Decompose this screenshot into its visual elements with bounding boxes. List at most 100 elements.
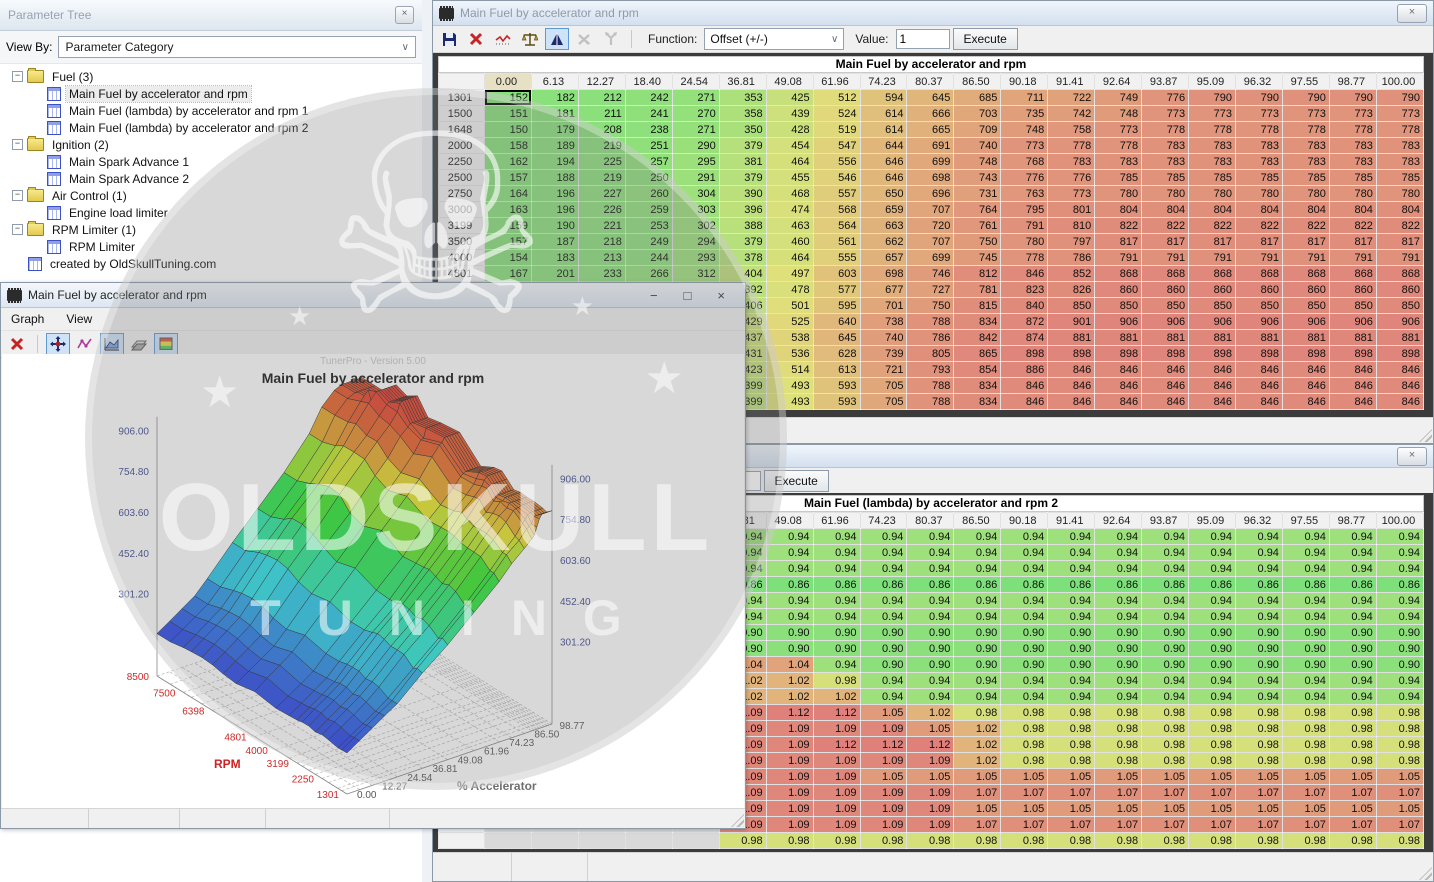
grid-cell[interactable]: 0.98: [1282, 753, 1329, 769]
grid-cell[interactable]: 0.94: [1189, 673, 1236, 689]
grid-cell[interactable]: 846: [1142, 362, 1189, 378]
grid-cell[interactable]: 0.94: [1282, 609, 1329, 625]
grid-row-header[interactable]: 2250: [439, 154, 485, 170]
grid-cell[interactable]: 720: [907, 218, 954, 234]
grid-cell[interactable]: 1.07: [1142, 817, 1189, 833]
close-graph-button[interactable]: [5, 333, 29, 355]
grid-cell[interactable]: 780: [1189, 186, 1236, 202]
grid-cell[interactable]: 0.94: [1095, 545, 1142, 561]
minimize-icon[interactable]: −: [650, 288, 658, 303]
grid-cell[interactable]: 865: [954, 346, 1001, 362]
grid-cell[interactable]: 546: [813, 170, 860, 186]
grid-cell[interactable]: 0.98: [1095, 833, 1142, 849]
grid-cell[interactable]: 221: [578, 218, 625, 234]
grid-cell[interactable]: 906: [1236, 314, 1283, 330]
grid-col-header[interactable]: 97.55: [1282, 513, 1329, 529]
grid-cell[interactable]: 906: [1142, 314, 1189, 330]
grid-cell[interactable]: 460: [766, 234, 813, 250]
grid-cell[interactable]: 743: [954, 170, 1001, 186]
grid-cell[interactable]: 1.07: [1376, 817, 1423, 833]
grid-cell[interactable]: 0.90: [766, 641, 813, 657]
grid-cell[interactable]: 793: [907, 362, 954, 378]
tree-folder-label[interactable]: RPM Limiter (1): [49, 222, 139, 238]
grid-cell[interactable]: 0.94: [907, 593, 954, 609]
grid-cell[interactable]: 0.98: [1189, 737, 1236, 753]
view-graph-button[interactable]: [491, 28, 515, 50]
grid-cell[interactable]: 302: [672, 218, 719, 234]
grid-col-header[interactable]: 97.55: [1282, 74, 1329, 90]
grid-cell[interactable]: 271: [672, 122, 719, 138]
grid-col-header[interactable]: 74.23: [860, 74, 907, 90]
grid-row-header[interactable]: 3500: [439, 234, 485, 250]
grid-cell[interactable]: 834: [954, 394, 1001, 410]
grid-cell[interactable]: 0.94: [1095, 673, 1142, 689]
grid-cell[interactable]: 1.05: [907, 721, 954, 737]
grid-cell[interactable]: 0.86: [1189, 577, 1236, 593]
grid-cell[interactable]: 1.12: [907, 737, 954, 753]
grid-cell[interactable]: 0.98: [766, 833, 813, 849]
grid-row-header[interactable]: 4000: [439, 250, 485, 266]
grid-cell[interactable]: 1.09: [907, 817, 954, 833]
surface-graph-button[interactable]: [100, 333, 124, 355]
grid-cell[interactable]: 0.90: [1376, 641, 1423, 657]
grid-cell[interactable]: 780: [1142, 186, 1189, 202]
grid-cell[interactable]: 906: [1189, 314, 1236, 330]
grid-cell[interactable]: 0.94: [1236, 545, 1283, 561]
grid-cell[interactable]: 881: [1142, 330, 1189, 346]
grid-cell[interactable]: 0.94: [1142, 673, 1189, 689]
grid-cell[interactable]: 0.90: [1376, 657, 1423, 673]
grid-cell[interactable]: 881: [1095, 330, 1142, 346]
grid-cell[interactable]: 189: [531, 138, 578, 154]
grid-cell[interactable]: 0.98: [1048, 705, 1095, 721]
grid-cell[interactable]: 1.05: [1189, 801, 1236, 817]
grid-cell[interactable]: 0.90: [813, 625, 860, 641]
grid-cell[interactable]: 1.05: [954, 801, 1001, 817]
expand-toggle-icon[interactable]: −: [12, 139, 23, 150]
grid-cell[interactable]: 227: [578, 186, 625, 202]
expand-toggle-icon[interactable]: −: [12, 224, 23, 235]
grid-cell[interactable]: 0.94: [1282, 561, 1329, 577]
grid-cell[interactable]: 0.94: [1048, 561, 1095, 577]
grid-cell[interactable]: 188: [531, 170, 578, 186]
grid-col-header[interactable]: 90.18: [1001, 74, 1048, 90]
grid-cell[interactable]: 0.94: [766, 609, 813, 625]
grid-cell[interactable]: 454: [766, 138, 813, 154]
grid-cell[interactable]: 0.90: [1282, 625, 1329, 641]
grid-cell[interactable]: 801: [1048, 202, 1095, 218]
grid-cell[interactable]: 0.98: [1282, 705, 1329, 721]
grid-cell[interactable]: 740: [954, 138, 1001, 154]
grid-cell[interactable]: 1.05: [1329, 801, 1376, 817]
grid-cell[interactable]: 182: [531, 90, 578, 106]
grid-cell[interactable]: 881: [1048, 330, 1095, 346]
grid-cell[interactable]: 0.90: [1282, 657, 1329, 673]
grid-cell[interactable]: 1.09: [766, 753, 813, 769]
grid-cell[interactable]: 834: [954, 378, 1001, 394]
grid-cell[interactable]: 593: [813, 378, 860, 394]
grid-cell[interactable]: 1.05: [1282, 769, 1329, 785]
grid-cell[interactable]: 190: [531, 218, 578, 234]
grid-cell[interactable]: 791: [1236, 250, 1283, 266]
grid-cell[interactable]: 0.98: [1189, 721, 1236, 737]
grid-cell[interactable]: 0.98: [1095, 721, 1142, 737]
grid-cell[interactable]: 778: [1376, 122, 1423, 138]
grid-cell[interactable]: 846: [1376, 394, 1423, 410]
grid-cell[interactable]: 727: [907, 282, 954, 298]
grid-cell[interactable]: 0.94: [1142, 545, 1189, 561]
grid-cell[interactable]: 650: [860, 186, 907, 202]
grid-cell[interactable]: 0.94: [1142, 529, 1189, 545]
grid-cell[interactable]: 815: [954, 298, 1001, 314]
grid-cell[interactable]: 614: [860, 106, 907, 122]
grid-cell[interactable]: 739: [860, 346, 907, 362]
grid-cell[interactable]: 763: [1001, 186, 1048, 202]
grid-cell[interactable]: 0.94: [1001, 673, 1048, 689]
grid-cell[interactable]: 151: [485, 106, 532, 122]
grid-cell[interactable]: 906: [1329, 314, 1376, 330]
grid-cell[interactable]: 0.98: [1236, 721, 1283, 737]
grid-col-header[interactable]: 36.81: [719, 74, 766, 90]
close-icon[interactable]: ×: [1397, 447, 1427, 466]
grid-cell[interactable]: 640: [813, 314, 860, 330]
grid-cell[interactable]: 0.94: [1048, 609, 1095, 625]
grid-cell[interactable]: 846: [1282, 394, 1329, 410]
grid-row-header[interactable]: 1301: [439, 90, 485, 106]
grid-cell[interactable]: 662: [860, 234, 907, 250]
